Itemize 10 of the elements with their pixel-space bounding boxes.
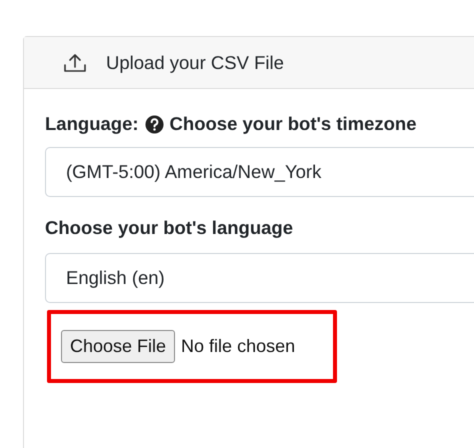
- upload-icon: [64, 52, 86, 72]
- language-select[interactable]: English (en): [45, 253, 474, 303]
- choose-file-button[interactable]: Choose File: [61, 330, 176, 363]
- file-status: No file chosen: [181, 336, 296, 357]
- field-label: Language:: [45, 113, 139, 135]
- help-icon: [144, 114, 164, 134]
- card-title: Upload your CSV File: [106, 52, 284, 74]
- field-label: Choose your bot's language: [45, 217, 294, 240]
- field-label: Choose your bot's timezone: [170, 113, 417, 135]
- timezone-select[interactable]: (GMT-5:00) America/New_York: [45, 147, 474, 197]
